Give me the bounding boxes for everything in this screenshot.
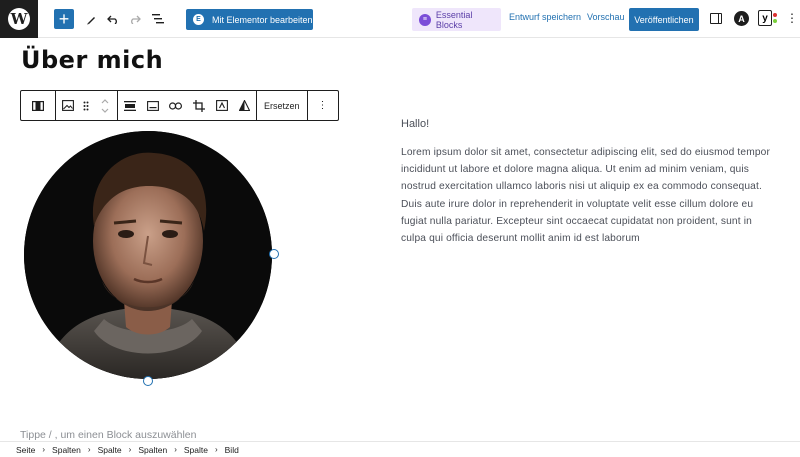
greeting-text[interactable]: Hallo! [401,118,429,130]
save-draft-button[interactable]: Entwurf speichern [509,12,581,22]
wordpress-logo-icon[interactable]: W [0,0,38,38]
resize-handle-right[interactable] [269,249,279,259]
chevron-right-icon: › [128,445,132,454]
essential-blocks-button[interactable]: ≡ Essential Blocks [412,8,501,31]
caption-icon[interactable] [141,91,164,120]
chevron-right-icon: › [42,445,46,454]
block-breadcrumb: Seite › Spalten › Spalte › Spalten › Spa… [0,441,800,457]
page-title[interactable]: Über mich [21,46,163,74]
options-menu-icon[interactable]: ⋮ [786,12,798,24]
essential-blocks-label: Essential Blocks [435,9,473,30]
edit-with-elementor-button[interactable]: E Mit Elementor bearbeiten [186,9,313,30]
image-block-icon[interactable] [56,91,79,120]
move-up-down-icon[interactable] [93,91,117,120]
list-view-icon[interactable] [151,9,165,29]
elementor-button-label: Mit Elementor bearbeiten [212,14,313,25]
profile-photo[interactable] [24,131,272,379]
publish-button[interactable]: Veröffentlichen [629,8,699,31]
breadcrumb-item-spalte[interactable]: Spalte [98,445,122,455]
crop-icon[interactable] [187,91,210,120]
portrait-illustration [24,131,272,379]
essential-blocks-icon: ≡ [419,13,431,26]
pencil-tool-icon[interactable] [84,9,98,29]
column-parent-selector-icon[interactable] [27,91,50,120]
duotone-filter-icon[interactable] [233,91,256,120]
text-overlay-icon[interactable] [210,91,233,120]
block-options-icon[interactable]: ⋮ [311,91,334,120]
yoast-seo-icon[interactable]: y [758,10,772,26]
yoast-score-indicator [773,13,777,25]
breadcrumb-item-spalten[interactable]: Spalten [138,445,167,455]
resize-handle-bottom[interactable] [143,376,153,386]
align-icon[interactable] [118,91,141,120]
redo-icon[interactable] [128,9,142,29]
breadcrumb-item-seite[interactable]: Seite [16,445,35,455]
block-toolbar: Ersetzen ⋮ [20,90,339,121]
astra-icon[interactable]: A [734,11,749,26]
add-block-button[interactable]: + [54,9,74,29]
preview-button[interactable]: Vorschau [587,12,625,22]
body-paragraph[interactable]: Lorem ipsum dolor sit amet, consectetur … [401,144,777,247]
chevron-right-icon: › [174,445,177,454]
drag-handle-icon[interactable] [79,91,93,120]
chevron-right-icon: › [87,445,91,454]
undo-icon[interactable] [106,9,120,29]
link-icon[interactable] [164,91,187,120]
replace-button[interactable]: Ersetzen [257,91,307,120]
breadcrumb-item-bild[interactable]: Bild [225,445,239,455]
breadcrumb-item-spalten[interactable]: Spalten [52,445,81,455]
elementor-icon: E [193,14,204,25]
block-appender-placeholder[interactable]: Tippe / , um einen Block auszuwählen [20,429,196,441]
settings-panel-toggle-icon[interactable] [710,13,722,24]
breadcrumb-item-spalte[interactable]: Spalte [184,445,208,455]
chevron-right-icon: › [214,445,218,454]
